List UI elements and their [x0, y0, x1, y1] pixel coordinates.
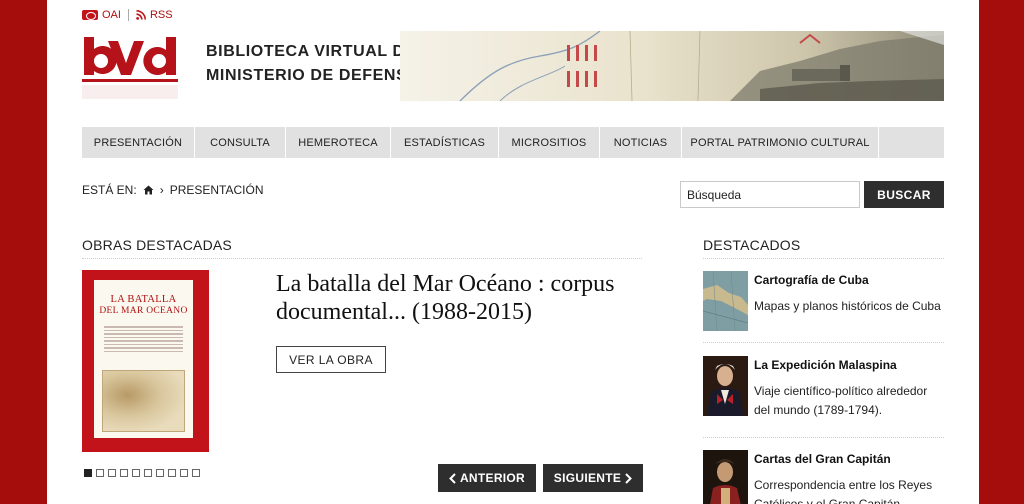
rss-icon: [136, 10, 146, 20]
gran-capitan-portrait-thumbnail[interactable]: [703, 450, 748, 504]
page-container: OAI RSS BIBLIOTECA VIRTUAL DEL MINISTERI…: [47, 0, 979, 504]
nav-item-consulta[interactable]: CONSULTA: [195, 127, 286, 158]
destacado-title[interactable]: La Expedición Malaspina: [754, 358, 897, 372]
destacados-section-title: DESTACADOS: [703, 237, 801, 253]
featured-divider: [82, 258, 642, 259]
featured-work-title[interactable]: La batalla del Mar Océano : corpus docum…: [276, 270, 656, 326]
carousel-dot[interactable]: [180, 469, 188, 477]
previous-label: ANTERIOR: [459, 471, 526, 485]
carousel-dot[interactable]: [168, 469, 176, 477]
breadcrumb-current[interactable]: PRESENTACIÓN: [170, 183, 264, 197]
nav-item-hemeroteca[interactable]: HEMEROTECA: [286, 127, 391, 158]
carousel-dot[interactable]: [132, 469, 140, 477]
rss-link[interactable]: RSS: [136, 9, 173, 21]
search-button[interactable]: BUSCAR: [864, 181, 944, 208]
destacado-desc: Correspondencia entre los Reyes Católico…: [754, 478, 933, 504]
carousel-dot[interactable]: [192, 469, 200, 477]
previous-button[interactable]: ANTERIOR: [438, 464, 536, 492]
home-icon[interactable]: [143, 185, 154, 195]
featured-section-title: OBRAS DESTACADAS: [82, 237, 232, 253]
cuba-map-thumbnail[interactable]: [703, 271, 748, 331]
nav-item-noticias[interactable]: NOTICIAS: [600, 127, 682, 158]
carousel-dot[interactable]: [156, 469, 164, 477]
nav-item-micrositios[interactable]: MICROSITIOS: [499, 127, 600, 158]
rss-label: RSS: [149, 9, 173, 21]
breadcrumb-prefix: ESTÁ EN:: [82, 183, 137, 197]
oai-icon: [82, 10, 98, 20]
main-nav: PRESENTACIÓN CONSULTA HEMEROTECA ESTADÍS…: [82, 127, 944, 158]
carousel-dots: [84, 469, 200, 477]
top-links: OAI RSS: [82, 9, 173, 21]
chevron-right-icon: ›: [159, 183, 164, 197]
bvd-logo[interactable]: [82, 31, 178, 101]
cover-map-image: [102, 370, 185, 432]
site-title-line2: MINISTERIO DE DEFENSA: [206, 67, 420, 84]
nav-item-presentacion[interactable]: PRESENTACIÓN: [82, 127, 195, 158]
carousel-dot[interactable]: [96, 469, 104, 477]
destacado-title[interactable]: Cartografía de Cuba: [754, 273, 869, 287]
carousel-dot[interactable]: [108, 469, 116, 477]
nav-item-estadisticas[interactable]: ESTADÍSTICAS: [391, 127, 499, 158]
next-button[interactable]: SIGUIENTE: [543, 464, 643, 492]
divider: [127, 9, 129, 21]
nav-item-portal-patrimonio[interactable]: PORTAL PATRIMONIO CULTURAL: [682, 127, 879, 158]
cover-text-lines: [94, 324, 193, 354]
destacado-desc: Mapas y planos históricos de Cuba: [754, 299, 941, 313]
destacado-desc: Viaje científico-político alrededor del …: [754, 384, 928, 417]
header-banner: [400, 31, 944, 101]
destacado-divider: [703, 437, 944, 438]
carousel-dot[interactable]: [144, 469, 152, 477]
chevron-left-icon: [449, 472, 456, 484]
search-input[interactable]: [680, 181, 860, 208]
destacado-divider: [703, 342, 944, 343]
destacado-title[interactable]: Cartas del Gran Capitán: [754, 452, 891, 466]
carousel-dot[interactable]: [120, 469, 128, 477]
cover-title-2: DEL MAR OCEANO: [99, 306, 188, 316]
chevron-right-icon: [625, 472, 633, 484]
view-work-button[interactable]: VER LA OBRA: [276, 346, 386, 373]
cover-title-1: LA BATALLA: [110, 294, 177, 305]
carousel-dot[interactable]: [84, 469, 92, 477]
site-title: BIBLIOTECA VIRTUAL DEL MINISTERIO DE DEF…: [206, 40, 426, 88]
site-title-line1: BIBLIOTECA VIRTUAL DEL: [206, 43, 427, 60]
malaspina-portrait-thumbnail[interactable]: [703, 356, 748, 416]
next-label: SIGUIENTE: [553, 471, 622, 485]
destacados-divider: [703, 258, 944, 259]
cover-page: LA BATALLA DEL MAR OCEANO: [94, 280, 193, 438]
featured-cover-image[interactable]: LA BATALLA DEL MAR OCEANO: [82, 270, 209, 452]
oai-link[interactable]: OAI: [82, 9, 121, 21]
oai-label: OAI: [102, 9, 121, 21]
breadcrumb: ESTÁ EN: › PRESENTACIÓN: [82, 183, 263, 197]
